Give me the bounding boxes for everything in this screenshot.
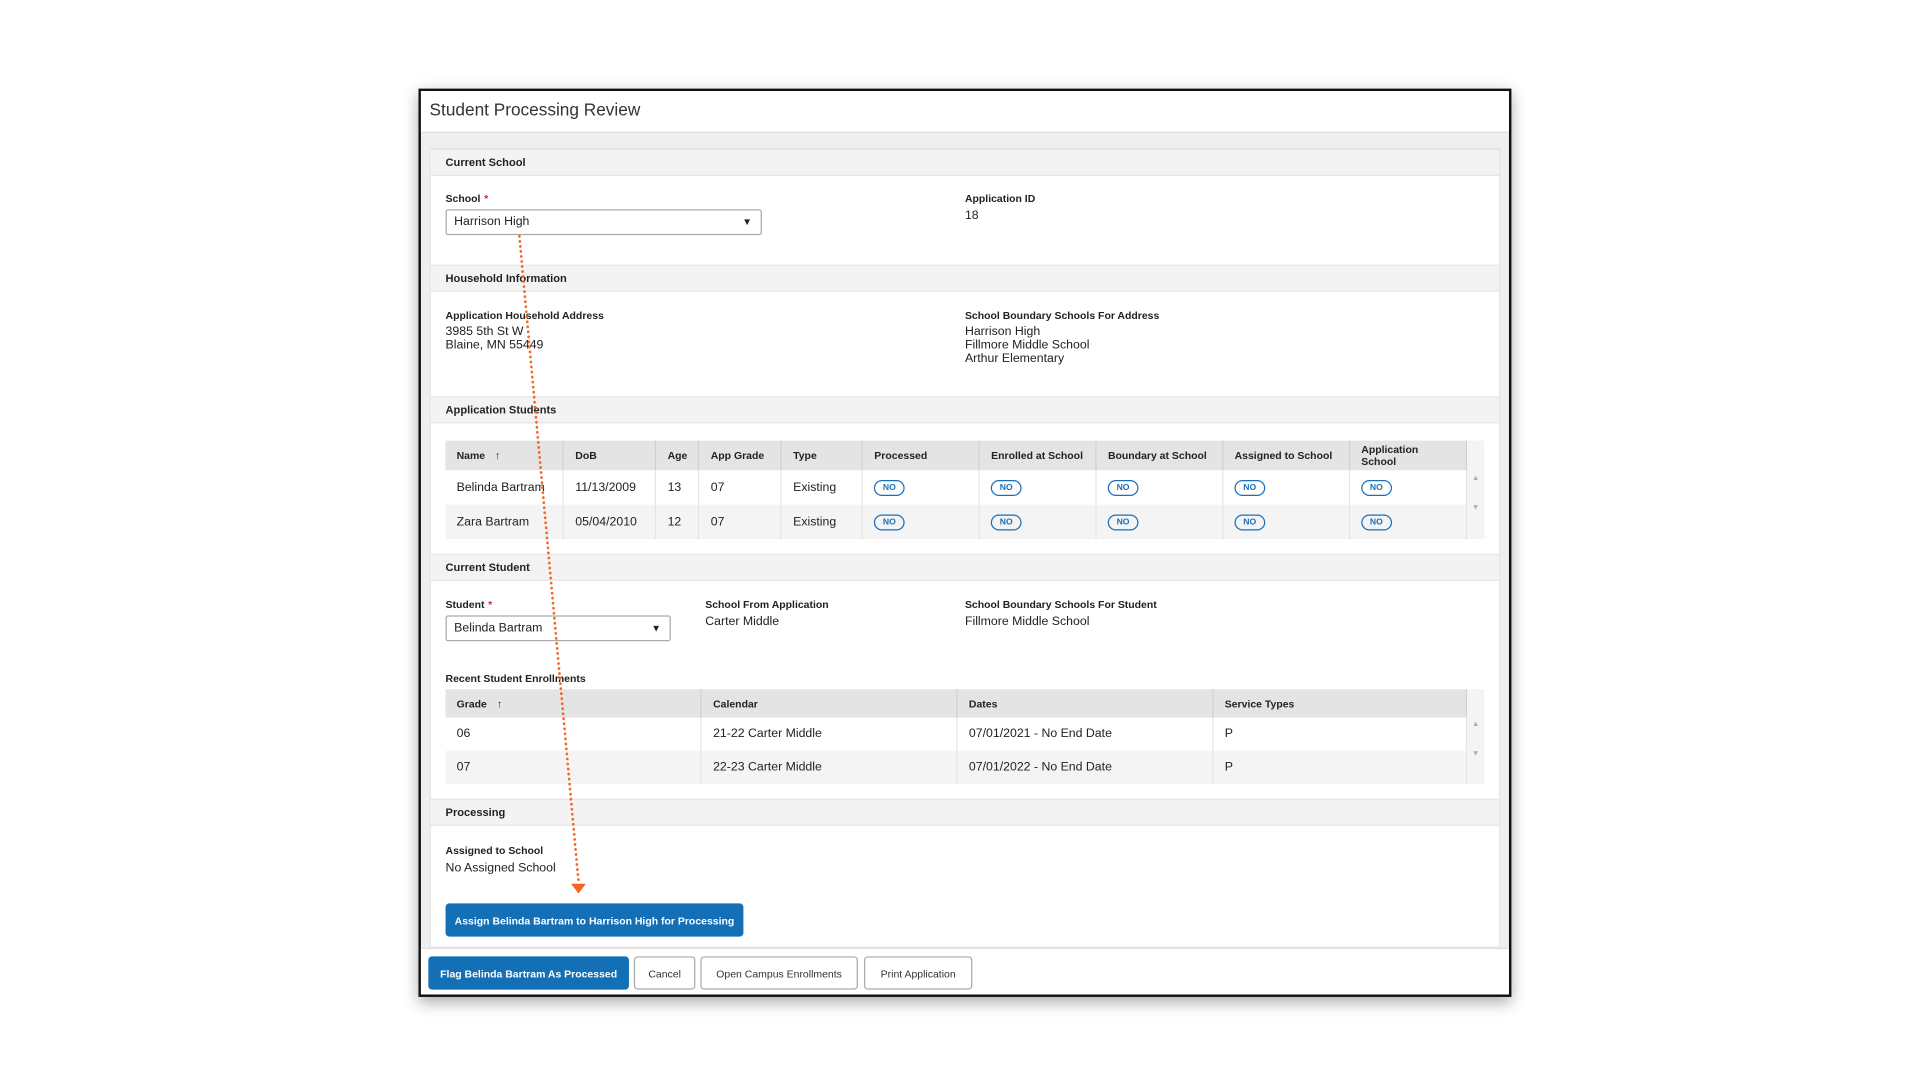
annotation-arrow: [518, 234, 586, 894]
